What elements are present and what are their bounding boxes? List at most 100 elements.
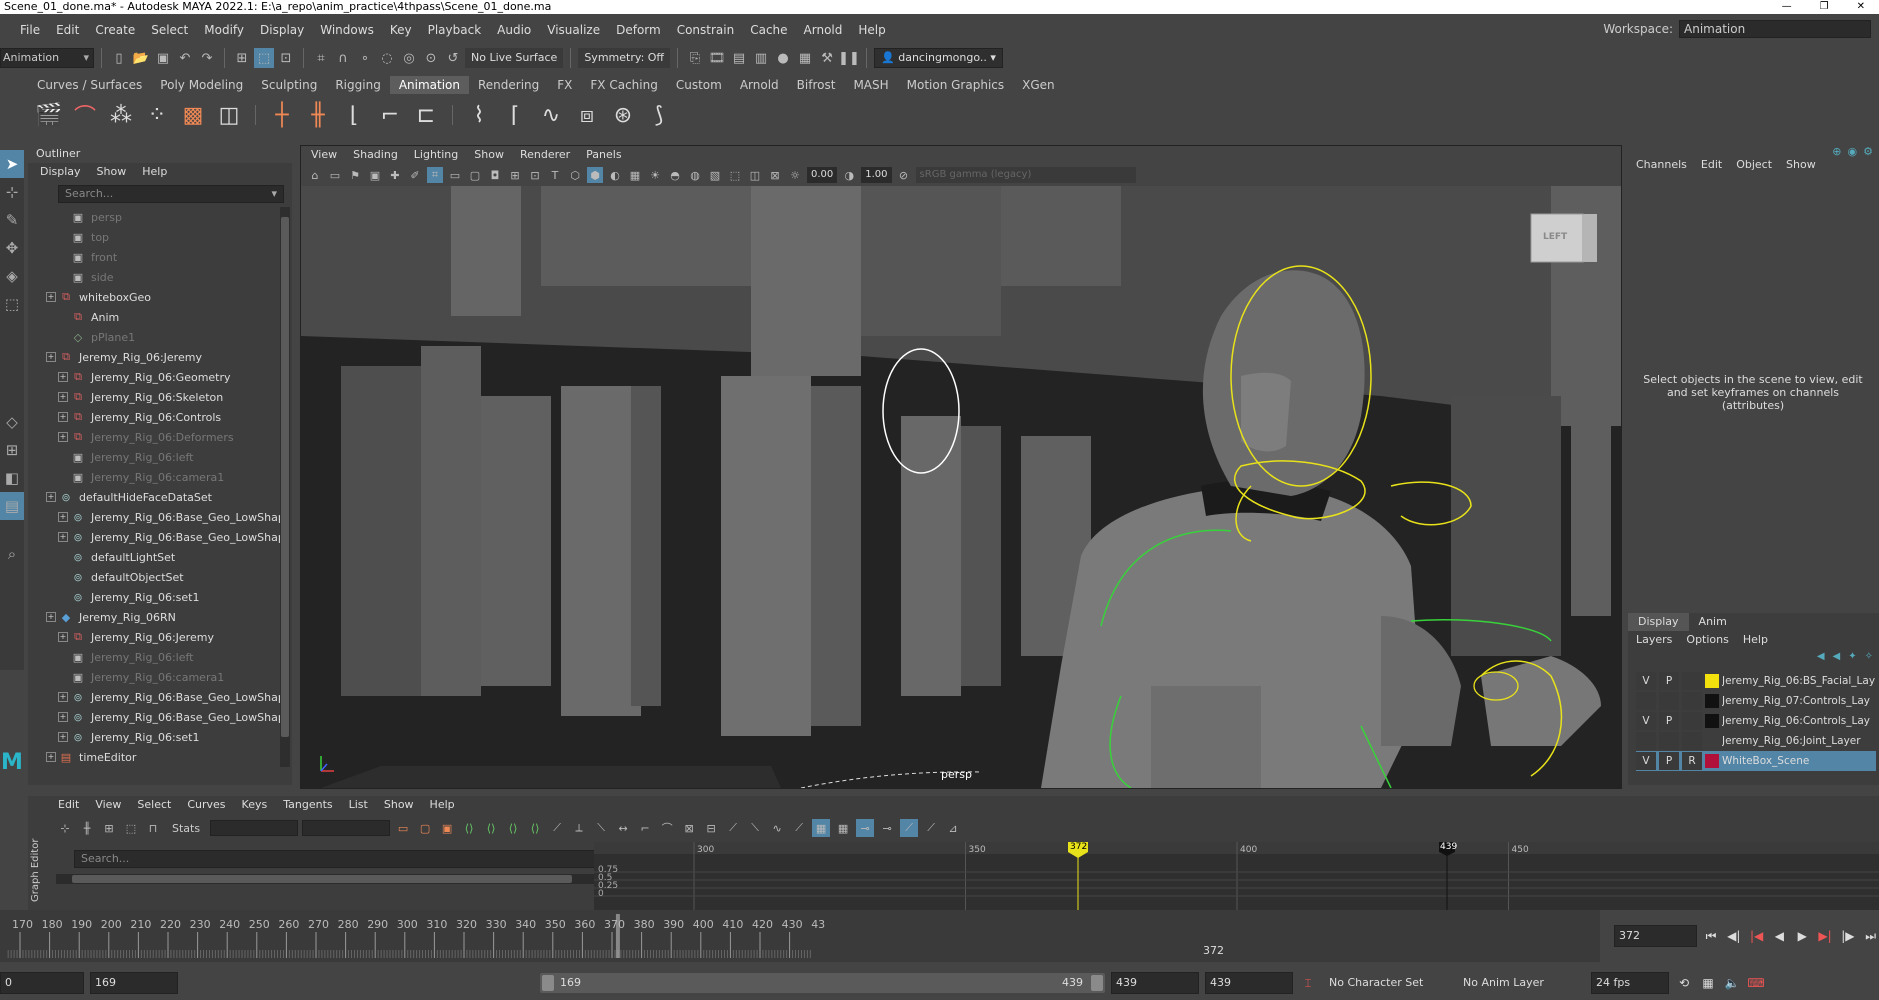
visibility-toggle[interactable] xyxy=(1636,732,1656,750)
color-management-icon[interactable]: ⊘ xyxy=(896,167,912,183)
graph-menu-view[interactable]: View xyxy=(95,796,121,814)
playback-toggle[interactable]: P xyxy=(1659,712,1679,730)
display-type-toggle[interactable]: R xyxy=(1682,752,1702,770)
nonlinear-sine-icon[interactable]: ∿ xyxy=(536,100,566,130)
visibility-toggle[interactable]: V xyxy=(1636,672,1656,690)
menu-create[interactable]: Create xyxy=(87,23,143,37)
ipr-render-icon[interactable]: ▤ xyxy=(729,48,749,68)
viewport-menu-shading[interactable]: Shading xyxy=(353,146,398,164)
user-account-dropdown[interactable]: 👤 dancingmongo.. ▾ xyxy=(874,48,1003,68)
unghost-icon[interactable]: ⁘ xyxy=(142,100,172,130)
shelf-tab-bifrost[interactable]: Bifrost xyxy=(788,76,845,94)
snap-grid-icon[interactable]: ⌗ xyxy=(311,48,331,68)
end-frame-marker[interactable]: 439 xyxy=(1440,842,1457,852)
workspace-dropdown[interactable]: Animation xyxy=(1679,20,1871,38)
camera-select-icon[interactable]: ⌂ xyxy=(307,167,323,183)
shelf-tab-rendering[interactable]: Rendering xyxy=(469,76,548,94)
expand-toggle-icon[interactable]: + xyxy=(58,532,68,542)
layer-row[interactable]: Jeremy_Rig_06:Joint_Layer xyxy=(1636,731,1876,751)
close-button[interactable]: ✕ xyxy=(1857,0,1865,14)
outliner-menu-display[interactable]: Display xyxy=(40,163,81,181)
viewport-menu-panels[interactable]: Panels xyxy=(586,146,621,164)
move-layer-up-icon[interactable]: ◀ xyxy=(1817,651,1825,662)
modeling-toolkit-icon[interactable]: ⊕ xyxy=(1832,145,1841,158)
sound-icon[interactable]: 🔈 xyxy=(1723,974,1741,992)
expand-toggle-icon[interactable]: + xyxy=(58,632,68,642)
step-back-key-icon[interactable]: |◀ xyxy=(1748,927,1765,945)
retime-tool-icon[interactable]: ⊓ xyxy=(144,819,162,837)
select-component-icon[interactable]: ⊡ xyxy=(276,48,296,68)
go-to-start-icon[interactable]: ⏮ xyxy=(1703,927,1720,945)
safe-action-icon[interactable]: ⊡ xyxy=(527,167,543,183)
channelbox-menu-edit[interactable]: Edit xyxy=(1701,158,1722,171)
layer-color-swatch[interactable] xyxy=(1705,734,1719,748)
lights-icon[interactable]: ☀ xyxy=(647,167,663,183)
menu-arnold[interactable]: Arnold xyxy=(796,23,851,37)
weighted-tangent-icon[interactable]: ⌐ xyxy=(636,819,654,837)
outliner-item[interactable]: ▣ front xyxy=(28,247,292,267)
layer-color-swatch[interactable] xyxy=(1705,754,1719,768)
outliner-menu-show[interactable]: Show xyxy=(97,163,127,181)
move-keys-icon[interactable]: ⊹ xyxy=(56,819,74,837)
quick-search-icon[interactable]: ⌕ xyxy=(0,540,24,568)
menu-playback[interactable]: Playback xyxy=(420,23,490,37)
anim-layer-dropdown[interactable]: No Anim Layer xyxy=(1457,972,1585,994)
outliner-item[interactable]: ▣ top xyxy=(28,227,292,247)
render-settings-icon[interactable]: ▥ xyxy=(751,48,771,68)
outliner-item[interactable]: ▣ Jeremy_Rig_06:camera1 xyxy=(28,467,292,487)
flat-tangent-icon[interactable]: ⟂ xyxy=(570,819,588,837)
save-scene-icon[interactable]: ▣ xyxy=(153,48,173,68)
step-forward-key-icon[interactable]: ▶| xyxy=(1817,927,1834,945)
isolate-select-icon[interactable]: ⬚ xyxy=(727,167,743,183)
curve-denormalize-icon[interactable]: ⊟ xyxy=(702,819,720,837)
scale-tool-icon[interactable]: ⬚ xyxy=(0,290,24,318)
shelf-tab-fx-caching[interactable]: FX Caching xyxy=(581,76,666,94)
graph-menu-keys[interactable]: Keys xyxy=(242,796,268,814)
film-gate-icon[interactable]: ▭ xyxy=(447,167,463,183)
shelf-tab-custom[interactable]: Custom xyxy=(667,76,731,94)
range-bar[interactable]: 169 439 xyxy=(540,973,1105,993)
field-chart-icon[interactable]: ⊞ xyxy=(507,167,523,183)
playback-toggle[interactable] xyxy=(1659,732,1679,750)
lasso-tool-icon[interactable]: ⊹ xyxy=(0,178,24,206)
attribute-editor-icon[interactable]: ◉ xyxy=(1848,145,1858,158)
timeline-icon[interactable]: ◫ xyxy=(214,100,244,130)
undo-icon[interactable]: ↶ xyxy=(175,48,195,68)
live-surface-field[interactable]: No Live Surface xyxy=(465,48,564,68)
outliner-item[interactable]: ⊚ defaultObjectSet xyxy=(28,567,292,587)
current-frame-marker[interactable]: 372 xyxy=(1070,842,1087,852)
layer-menu-help[interactable]: Help xyxy=(1743,631,1768,649)
loop-icon[interactable]: ⟲ xyxy=(1675,974,1693,992)
playback-toggle[interactable] xyxy=(1659,692,1679,710)
graph-menu-list[interactable]: List xyxy=(349,796,368,814)
select-tool-icon[interactable]: ➤ xyxy=(0,150,24,178)
auto-frame-icon[interactable]: ▦ xyxy=(812,819,831,837)
current-frame-field[interactable]: 372 xyxy=(1614,925,1697,947)
grease-pencil-icon[interactable]: ✐ xyxy=(407,167,423,183)
channelbox-menu-channels[interactable]: Channels xyxy=(1636,158,1687,171)
expand-toggle-icon[interactable]: + xyxy=(58,372,68,382)
auto-key-icon[interactable]: ⌶ xyxy=(1299,974,1317,992)
shelf-tab-motion-graphics[interactable]: Motion Graphics xyxy=(898,76,1014,94)
break-tangent-icon[interactable]: ⟨⟩ xyxy=(504,819,522,837)
character-set-dropdown[interactable]: No Character Set xyxy=(1323,972,1451,994)
snap-view-icon[interactable]: ◌ xyxy=(377,48,397,68)
scrollbar-thumb[interactable] xyxy=(72,875,572,883)
graph-menu-curves[interactable]: Curves xyxy=(187,796,225,814)
layer-row[interactable]: V P Jeremy_Rig_06:BS_Facial_Lay xyxy=(1636,671,1876,691)
outliner-item[interactable]: + ⊚ defaultHideFaceDataSet xyxy=(28,487,292,507)
expand-toggle-icon[interactable]: + xyxy=(58,732,68,742)
stats-field-time[interactable] xyxy=(210,820,299,836)
wireframe-icon[interactable]: ⬡ xyxy=(567,167,583,183)
camera-attributes-icon[interactable]: ▭ xyxy=(327,167,343,183)
orient-constraint-icon[interactable]: ⊏ xyxy=(411,100,441,130)
nonlinear-flare-icon[interactable]: ⌈ xyxy=(500,100,530,130)
display-type-toggle[interactable] xyxy=(1682,732,1702,750)
outliner-item[interactable]: + ⧉ Jeremy_Rig_06:Deformers xyxy=(28,427,292,447)
history-icon[interactable]: ⎘ xyxy=(685,48,705,68)
expand-toggle-icon[interactable]: + xyxy=(46,492,56,502)
resolution-gate-icon[interactable]: ▢ xyxy=(467,167,483,183)
outliner-item[interactable]: ▣ Jeremy_Rig_06:camera1 xyxy=(28,667,292,687)
joint-tool-icon[interactable]: ┼ xyxy=(267,100,297,130)
menu-modify[interactable]: Modify xyxy=(196,23,252,37)
